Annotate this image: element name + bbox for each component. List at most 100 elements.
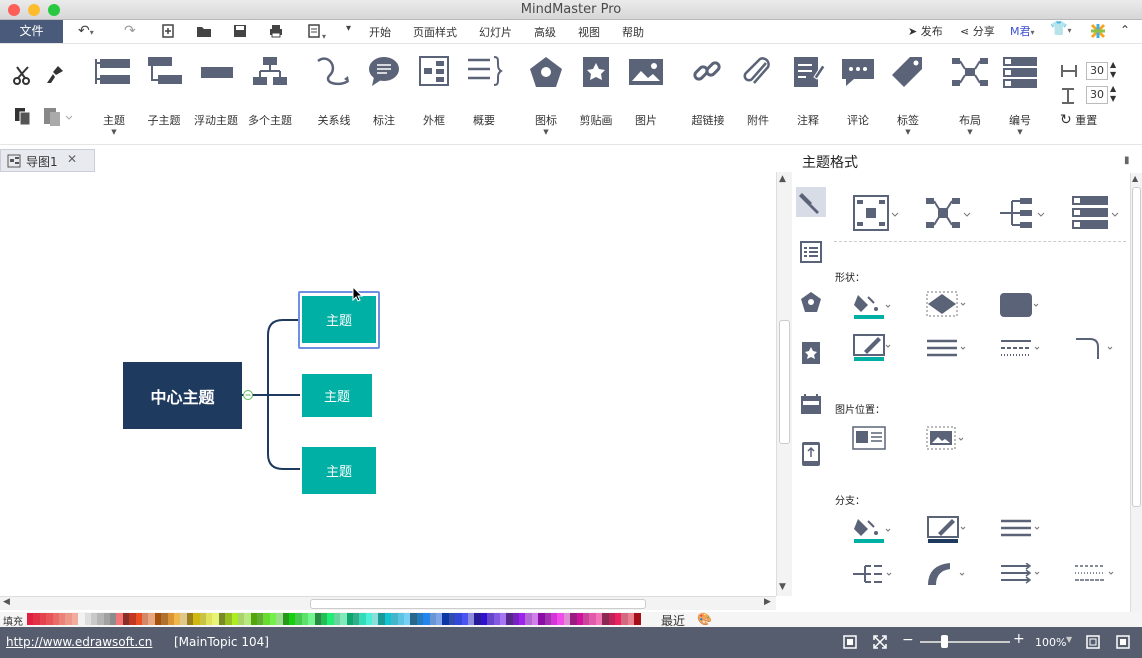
image-left-option-icon[interactable]	[852, 426, 886, 453]
quick-access-more-icon[interactable]: ▾	[346, 23, 351, 34]
numbering-button[interactable]: 编号 ▼	[993, 52, 1047, 136]
task-tab-icon[interactable]	[800, 393, 822, 418]
subtopic-button[interactable]: 子主题	[137, 52, 191, 128]
scroll-left-icon[interactable]: ◀	[3, 597, 10, 607]
presentation-mode-icon[interactable]	[1116, 635, 1130, 652]
topic-style-tab[interactable]	[796, 187, 826, 217]
icon-dropdown-icon[interactable]: ▼	[519, 128, 573, 136]
summary-button[interactable]: 概要	[457, 52, 511, 128]
fit-window-icon[interactable]	[1086, 635, 1100, 652]
menu-page-style[interactable]: 页面样式	[413, 24, 457, 40]
scroll-up-icon[interactable]: ▲	[779, 174, 786, 184]
branch-weight-icon[interactable]	[1000, 518, 1044, 543]
line-weight-icon[interactable]	[926, 337, 970, 362]
panel-scroll-thumb[interactable]	[1132, 187, 1141, 507]
comment-button[interactable]: 评论	[831, 52, 885, 128]
mindmap-canvas[interactable]: 中心主题 主题 主题 主题	[0, 172, 775, 596]
scroll-down-icon[interactable]: ▼	[779, 582, 786, 592]
app-logo-icon[interactable]	[1090, 23, 1106, 42]
branch-structure-option-icon[interactable]	[998, 195, 1048, 234]
vertical-spacing-stepper[interactable]: ▲ ▼	[1110, 84, 1116, 104]
callout-button[interactable]: 标注	[357, 52, 411, 128]
theme-shirt-icon[interactable]: 👕▾	[1050, 21, 1071, 37]
pin-panel-icon[interactable]: ▮	[1124, 155, 1130, 166]
main-topic-1[interactable]: 主题	[302, 296, 376, 343]
color-swatches[interactable]	[27, 613, 641, 625]
numbering-option-icon[interactable]	[1070, 195, 1120, 234]
boundary-button[interactable]: 外框	[407, 52, 461, 128]
panel-scrollbar[interactable]: ▲	[1130, 173, 1142, 613]
branch-arrow-icon[interactable]	[1000, 562, 1044, 588]
layout-button[interactable]: 布局 ▼	[943, 52, 997, 136]
horizontal-spacing-input[interactable]: 30	[1086, 62, 1108, 80]
tag-button[interactable]: 标签 ▼	[881, 52, 935, 136]
shape-rounded-icon[interactable]	[999, 292, 1043, 321]
branch-connector-icon[interactable]	[852, 563, 896, 588]
cut-icon[interactable]	[12, 64, 34, 89]
print-icon[interactable]	[268, 23, 284, 43]
panel-scroll-up-icon[interactable]: ▲	[1132, 174, 1138, 183]
layout-dropdown-icon[interactable]: ▼	[943, 128, 997, 136]
menu-view[interactable]: 视图	[578, 24, 600, 40]
menu-slides[interactable]: 幻灯片	[479, 24, 512, 40]
shape-style-icon[interactable]	[926, 291, 970, 320]
color-swatch[interactable]	[634, 613, 641, 625]
branch-line-color-icon[interactable]	[926, 515, 970, 548]
map-layout-option-icon[interactable]	[852, 195, 902, 234]
fill-color-icon[interactable]	[852, 291, 892, 324]
central-topic[interactable]: 中心主题	[123, 362, 242, 429]
format-painter-icon[interactable]	[44, 64, 66, 89]
main-topic-2[interactable]: 主题	[302, 374, 372, 417]
zoom-in-icon[interactable]: +	[1013, 631, 1025, 647]
clipart-tab-icon[interactable]	[801, 341, 821, 368]
zoom-dropdown-icon[interactable]: ▼	[1066, 635, 1072, 644]
branch-taper-icon[interactable]	[926, 561, 970, 590]
clipart-button[interactable]: 剪贴画	[569, 52, 623, 128]
open-file-icon[interactable]	[196, 23, 212, 43]
icon-tab-icon[interactable]	[800, 291, 822, 316]
horizontal-spacing-stepper[interactable]: ▲ ▼	[1110, 60, 1116, 80]
image-only-option-icon[interactable]	[926, 426, 970, 453]
line-dash-icon[interactable]	[1000, 337, 1044, 362]
horizontal-scroll-thumb[interactable]	[310, 599, 646, 609]
publish-button[interactable]: ➤ 发布	[908, 23, 943, 39]
floating-topic-button[interactable]: 浮动主题	[189, 52, 243, 128]
scroll-right-icon[interactable]: ▶	[764, 597, 771, 607]
copy-icon[interactable]	[12, 106, 34, 131]
topic-dropdown-icon[interactable]: ▼	[87, 128, 141, 136]
zoom-slider-handle[interactable]	[941, 635, 948, 648]
fullscreen-icon[interactable]	[872, 634, 888, 653]
icon-button[interactable]: 图标 ▼	[519, 52, 573, 136]
connector-layout-option-icon[interactable]	[924, 195, 974, 234]
menu-help[interactable]: 帮助	[622, 24, 644, 40]
vertical-scrollbar[interactable]: ▲ ▼	[776, 172, 792, 596]
outline-tab-icon[interactable]	[800, 241, 822, 266]
topic-button[interactable]: 主题 ▼	[87, 52, 141, 136]
multiple-topics-button[interactable]: 多个主题	[243, 52, 297, 128]
close-tab-icon[interactable]: ✕	[67, 152, 77, 166]
collapse-ribbon-icon[interactable]: ⌃	[1120, 23, 1130, 37]
file-menu-button[interactable]: 文件	[0, 20, 63, 43]
tag-dropdown-icon[interactable]: ▼	[881, 128, 935, 136]
hyperlink-button[interactable]: 超链接	[681, 52, 735, 128]
redo-icon[interactable]: ↷	[124, 23, 136, 39]
color-picker-icon[interactable]: 🎨	[697, 612, 712, 626]
picture-button[interactable]: 图片	[619, 52, 673, 128]
mobile-tab-icon[interactable]	[801, 441, 821, 470]
line-color-icon[interactable]	[852, 333, 892, 366]
attachment-button[interactable]: 附件	[731, 52, 785, 128]
menu-start[interactable]: 开始	[369, 24, 391, 40]
fit-page-icon[interactable]	[843, 635, 857, 652]
export-icon[interactable]: ▾	[306, 23, 326, 43]
zoom-slider-track[interactable]	[920, 641, 1010, 643]
user-account-button[interactable]: M君▾	[1010, 23, 1035, 39]
website-link[interactable]: http://www.edrawsoft.cn	[6, 635, 152, 649]
zoom-out-icon[interactable]: −	[902, 632, 914, 648]
zoom-level[interactable]: 100%	[1035, 636, 1066, 649]
branch-fill-icon[interactable]	[852, 515, 892, 548]
menu-advanced[interactable]: 高级	[534, 24, 556, 40]
share-button[interactable]: ⋖ 分享	[960, 23, 995, 39]
corner-style-icon[interactable]	[1074, 335, 1118, 364]
new-file-icon[interactable]	[160, 23, 176, 43]
relationship-button[interactable]: 关系线	[307, 52, 361, 128]
